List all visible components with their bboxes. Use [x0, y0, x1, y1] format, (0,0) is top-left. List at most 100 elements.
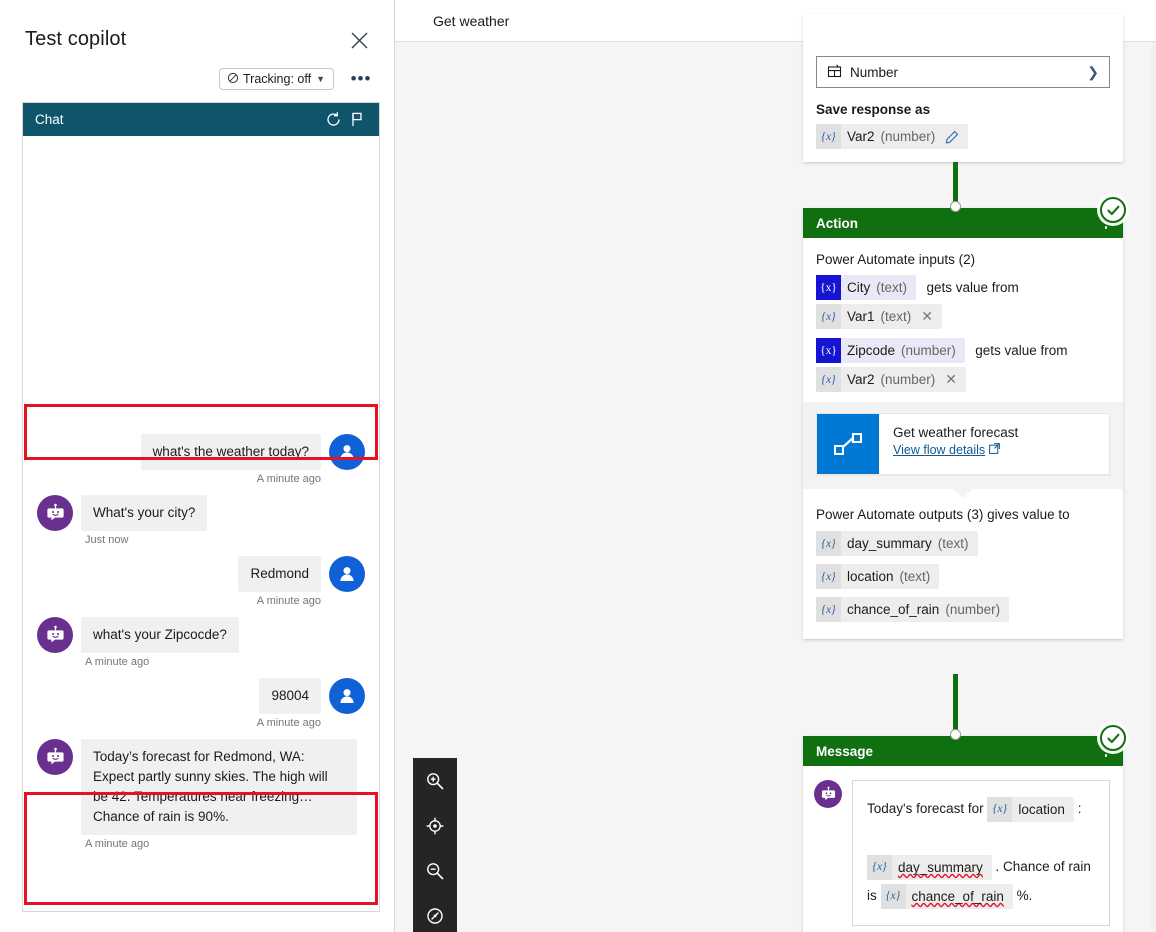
chat-message-list[interactable]: what's the weather today? A minute ago W… [23, 136, 379, 911]
input-value-row: {x} Var2 (number) ✕ [816, 367, 1110, 392]
output-name: location [847, 569, 894, 584]
message-variable-name: day_summary [898, 859, 983, 875]
action-node-header: Action [803, 208, 1123, 238]
reset-view-icon[interactable] [421, 903, 449, 929]
response-type-dropdown[interactable]: Number ❯ [816, 56, 1110, 88]
variable-token-icon: {x} [816, 304, 841, 329]
canvas-scrollbar[interactable] [1151, 42, 1156, 932]
message-bubble: 98004 [259, 678, 321, 714]
input-value-type: (number) [880, 372, 936, 387]
input-param-name: Zipcode [847, 343, 896, 358]
input-param-chip-zipcode[interactable]: {x} Zipcode (number) [816, 338, 965, 363]
entity-icon [827, 63, 842, 81]
chat-message-bot: What's your city? [23, 495, 379, 531]
output-chip-location[interactable]: {x} location (text) [816, 564, 940, 589]
output-chip-day-summary[interactable]: {x} day_summary (text) [816, 531, 978, 556]
tracking-off-icon [227, 72, 239, 87]
external-link-icon [989, 443, 1001, 457]
variable-token-icon: {x} [816, 275, 841, 300]
zoom-in-icon[interactable] [421, 768, 449, 794]
bot-avatar-icon [37, 617, 73, 653]
message-bubble: what's the weather today? [140, 434, 321, 470]
flow-canvas-panel: Get weather Number ❯ Save response as {x… [395, 0, 1156, 932]
flow-reference-text: Get weather forecast View flow details [879, 414, 1018, 474]
caret-down-icon [953, 489, 973, 498]
message-timestamp: A minute ago [256, 595, 321, 607]
connector-dot [950, 729, 961, 740]
input-param-name: City [847, 280, 871, 295]
message-node: Message Today's forecast for {x} locatio… [803, 736, 1123, 932]
power-automate-icon [817, 414, 879, 474]
input-value-chip-var2[interactable]: {x} Var2 (number) ✕ [816, 367, 967, 392]
save-response-label: Save response as [816, 102, 931, 117]
connector-action-to-message [953, 674, 958, 736]
test-panel-header: Test copilot Tracking: off ▼ ••• [0, 0, 394, 100]
chat-message-bot: Today’s forecast for Redmond, WA: Expect… [23, 739, 379, 835]
message-node-body: Today's forecast for {x} location : {x} … [803, 766, 1123, 932]
variable-token-icon: {x} [987, 796, 1013, 822]
test-copilot-panel: Test copilot Tracking: off ▼ ••• Chat wh… [0, 0, 395, 932]
question-node: Number ❯ Save response as {x} Var2 (numb… [803, 14, 1123, 162]
message-token-location[interactable]: {x} location [987, 796, 1074, 822]
fit-to-screen-icon[interactable] [421, 813, 449, 839]
refresh-icon[interactable] [321, 108, 345, 132]
message-timestamp: A minute ago [85, 656, 150, 668]
variable-token-icon: {x} [816, 367, 841, 392]
variable-token-icon: {x} [816, 564, 841, 589]
output-type: (text) [899, 569, 931, 584]
chat-header: Chat [23, 103, 379, 136]
flow-reference-band: Get weather forecast View flow details [803, 402, 1123, 498]
flow-title: Get weather [433, 12, 510, 29]
message-timestamp: A minute ago [256, 473, 321, 485]
input-mapping-row: {x} Zipcode (number) gets value from [816, 338, 1110, 363]
avatar [329, 556, 365, 592]
action-node-title: Action [816, 215, 858, 231]
message-line3-suffix: %. [1016, 888, 1033, 903]
bot-avatar-icon [37, 739, 73, 775]
pencil-icon[interactable] [945, 130, 959, 144]
app-root: Test copilot Tracking: off ▼ ••• Chat wh… [0, 0, 1156, 932]
tracking-label: Tracking: off [242, 72, 312, 86]
message-bubble: Today’s forecast for Redmond, WA: Expect… [81, 739, 357, 835]
message-text-editor[interactable]: Today's forecast for {x} location : {x} … [852, 780, 1110, 926]
action-node-status-badge [1100, 197, 1126, 223]
power-automate-outputs-label: Power Automate outputs (3) gives value t… [816, 507, 1070, 522]
gets-value-from-label: gets value from [975, 343, 1068, 358]
flow-canvas[interactable]: Number ❯ Save response as {x} Var2 (numb… [395, 14, 1156, 932]
more-options-button[interactable]: ••• [350, 68, 372, 90]
close-icon[interactable]: ✕ [945, 371, 957, 388]
action-node-body: Power Automate inputs (2) {x} City (text… [803, 238, 1123, 402]
message-variable-name: location [1018, 801, 1065, 817]
chat-message-bot: what's your Zipcocde? [23, 617, 379, 653]
variable-type: (number) [880, 129, 936, 144]
power-automate-inputs-label: Power Automate inputs (2) [816, 252, 976, 267]
tracking-toggle[interactable]: Tracking: off ▼ [218, 68, 334, 90]
variable-token-icon: {x} [816, 531, 841, 556]
input-value-chip-var1[interactable]: {x} Var1 (text) ✕ [816, 304, 943, 329]
input-value-row: {x} Var1 (text) ✕ [816, 304, 1110, 329]
avatar [329, 434, 365, 470]
message-token-chance-of-rain[interactable]: {x} chance_of_rain [880, 883, 1013, 909]
flow-reference-card[interactable]: Get weather forecast View flow details [816, 413, 1110, 475]
response-type-value: Number [850, 64, 899, 80]
close-icon[interactable] [346, 27, 372, 53]
variable-token-icon: {x} [867, 854, 892, 880]
zoom-out-icon[interactable] [421, 858, 449, 884]
variable-name: Var2 [847, 129, 875, 144]
view-flow-details-label: View flow details [893, 443, 986, 457]
message-line1-prefix: Today's forecast for [867, 801, 984, 816]
flow-name: Get weather forecast [893, 425, 1019, 440]
action-node: Action Power Automate inputs (2) {x} Cit… [803, 208, 1123, 639]
canvas-zoom-toolbar [413, 758, 457, 932]
output-chip-chance-of-rain[interactable]: {x} chance_of_rain (number) [816, 597, 1010, 622]
flag-icon[interactable] [345, 108, 369, 132]
output-type: (text) [937, 536, 969, 551]
variable-chip-var2[interactable]: {x} Var2 (number) [816, 124, 969, 149]
message-token-day-summary[interactable]: {x} day_summary [867, 854, 992, 880]
output-name: day_summary [847, 536, 932, 551]
close-icon[interactable]: ✕ [921, 308, 933, 325]
view-flow-details-link[interactable]: View flow details [893, 443, 1001, 457]
input-param-chip-city[interactable]: {x} City (text) [816, 275, 917, 300]
output-type: (number) [945, 602, 1001, 617]
gets-value-from-label: gets value from [926, 280, 1019, 295]
